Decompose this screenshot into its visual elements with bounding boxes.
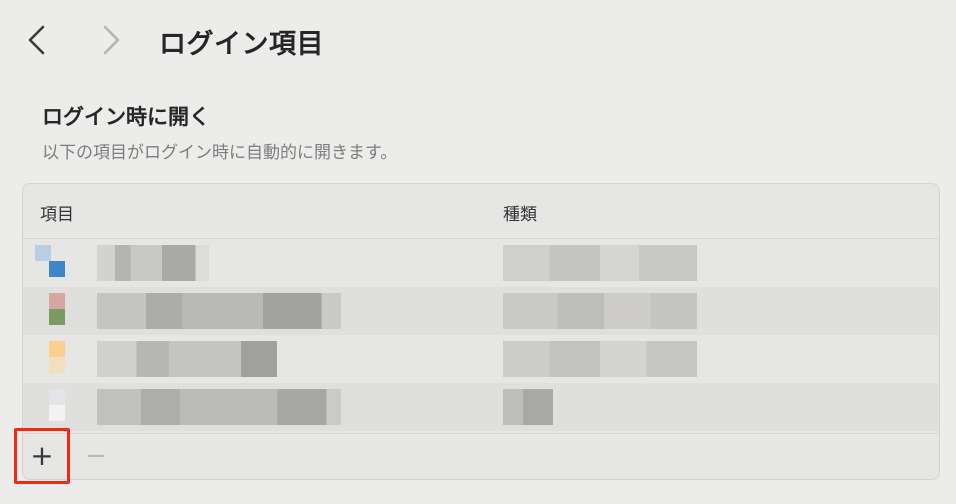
item-kind <box>503 389 553 425</box>
page-title: ログイン項目 <box>159 29 324 60</box>
remove-item-button[interactable]: − <box>84 442 108 470</box>
column-header-kind[interactable]: 種類 <box>503 200 537 225</box>
item-name <box>97 245 209 281</box>
table-row[interactable] <box>23 239 939 287</box>
column-header-item[interactable]: 項目 <box>40 200 74 225</box>
item-name <box>97 389 341 425</box>
section-title: ログイン時に開く <box>42 105 210 129</box>
item-name <box>97 341 277 377</box>
forward-button[interactable] <box>92 20 132 60</box>
app-icon <box>49 389 65 405</box>
app-icon-part <box>49 357 65 373</box>
app-icon-part <box>49 309 65 325</box>
app-icon <box>35 245 51 261</box>
table-header: 項目 種類 <box>23 184 939 239</box>
section-subtitle: 以下の項目がログイン時に自動的に開きます。 <box>42 143 398 163</box>
item-name <box>97 293 341 329</box>
table-row[interactable] <box>23 335 939 383</box>
table-rows <box>23 239 939 433</box>
app-icon-part <box>49 261 65 277</box>
add-item-button[interactable]: + <box>14 428 70 484</box>
chevron-right-icon <box>103 25 120 55</box>
item-kind <box>503 341 697 377</box>
item-kind <box>503 293 697 329</box>
login-items-table: 項目 種類 <box>22 183 940 480</box>
chevron-left-icon <box>28 25 45 55</box>
toolbar: ログイン項目 <box>0 0 956 80</box>
table-footer <box>23 433 939 479</box>
table-row[interactable] <box>23 287 939 335</box>
item-kind <box>503 245 697 281</box>
app-icon <box>49 293 65 309</box>
table-row[interactable] <box>23 383 939 431</box>
back-button[interactable] <box>18 20 58 60</box>
app-icon <box>49 341 65 357</box>
app-icon-part <box>49 405 65 421</box>
